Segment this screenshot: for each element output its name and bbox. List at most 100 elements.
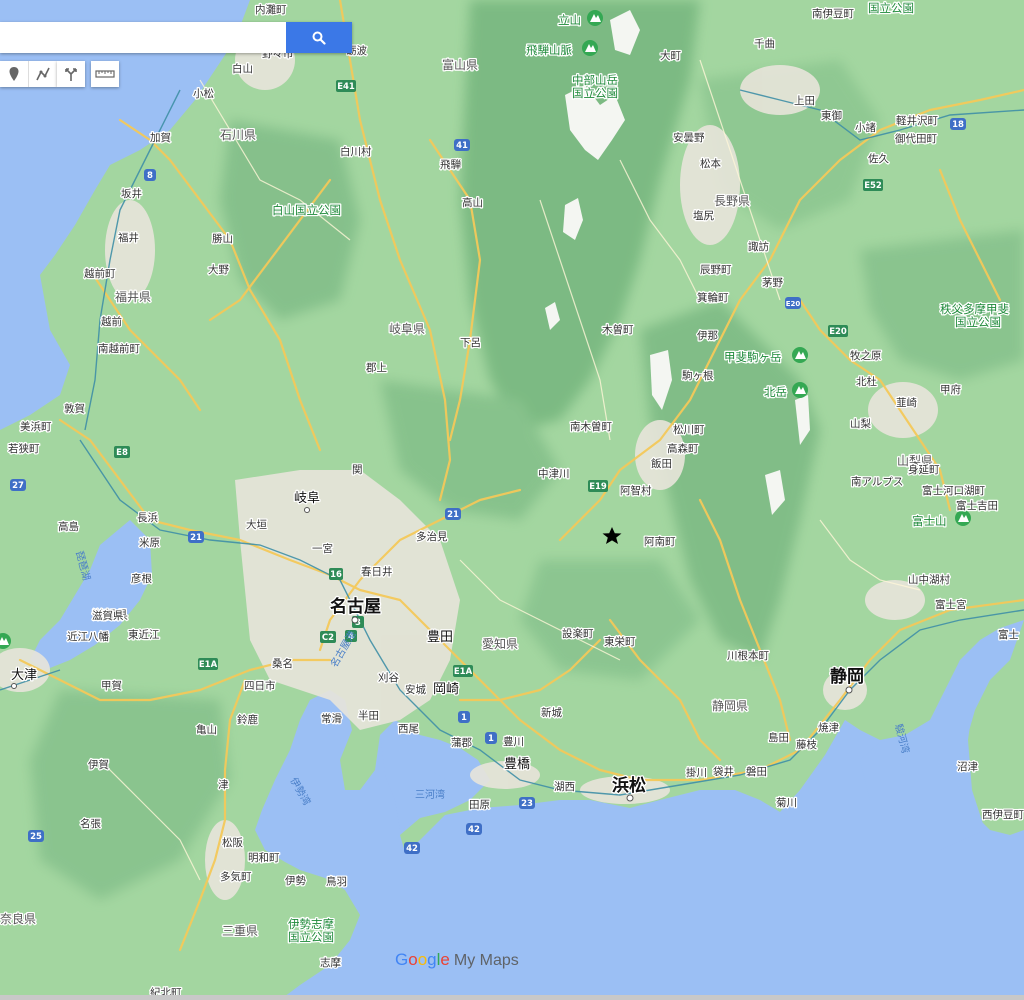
town-label: 西伊豆町 [982,809,1024,821]
route-shield: C2 [320,631,336,643]
park-label: 秩父多摩甲斐 [940,302,1009,316]
town-label: 田原 [469,799,490,811]
marker-tool[interactable] [0,61,29,87]
map-canvas[interactable]: 41 8 E8 E41 E19 E1A E1A E20 E52 C2 16 3 … [0,0,1024,1000]
town-label: 飯田 [651,457,672,470]
svg-text:E20: E20 [829,327,847,337]
town-label: 敦賀 [64,402,85,415]
town-label: 松川町 [673,423,705,436]
svg-text:E20: E20 [786,300,801,308]
route-shield: E20 [828,325,848,337]
search-input[interactable] [0,22,286,53]
town-label: 多治見 [416,530,448,543]
town-label: 牧之原 [850,349,882,362]
town-label: 山中湖村 [908,573,950,586]
prefecture-label: 福井県 [115,289,151,304]
town-label: 掛川 [686,766,707,779]
line-tool[interactable] [29,61,57,87]
town-label: 伊勢 [285,874,306,887]
town-label: 沼津 [957,760,978,773]
town-label: 刈谷 [378,671,399,684]
route-shield: 27 [10,479,26,491]
mountain-icon [792,347,808,363]
svg-text:E41: E41 [337,82,355,92]
town-label: 福井 [118,231,139,244]
route-shield: 42 [404,842,420,854]
town-label: 高島 [58,520,79,533]
route-shield: E19 [588,480,608,492]
town-label: 中津川 [538,467,570,480]
city-label: 岡崎 [433,682,459,697]
tool-group [0,61,57,87]
town-label: 津 [218,779,229,791]
search-button[interactable] [286,22,352,53]
svg-text:41: 41 [456,141,468,151]
route-shield: 21 [188,531,204,543]
town-label: 富士 [998,628,1019,641]
svg-text:E8: E8 [116,448,128,458]
town-label: 米原 [139,536,160,549]
google-my-maps-logo: Google My Maps [395,950,519,970]
svg-text:42: 42 [406,844,418,854]
town-label: 大垣 [246,518,267,531]
town-label: 越前 [101,315,122,328]
svg-text:16: 16 [330,570,342,580]
marker-icon [9,67,19,81]
town-label: 箕輪町 [697,291,729,304]
town-label: 常滑 [321,712,342,725]
prefecture-label: 岐阜県 [389,322,425,336]
town-label: 藤枝 [796,738,817,751]
town-label: 東御 [821,109,842,122]
town-label: 内灘町 [255,3,287,16]
svg-text:E1A: E1A [454,667,473,677]
town-label: 小諸 [855,121,876,134]
town-label: 木曽町 [602,323,634,336]
town-label: 高山 [462,196,483,209]
park-label: 富士山 [912,514,947,528]
town-label: 大野 [208,263,229,276]
town-label: 滋賀県 [92,609,124,622]
town-label: 軽井沢町 [896,114,938,127]
town-label: 坂井 [121,187,142,200]
svg-text:8: 8 [147,171,153,181]
svg-text:23: 23 [521,799,533,809]
ruler-tool[interactable] [91,61,119,87]
route-shield: 1 [458,711,470,723]
park-label: 白山国立公園 [272,203,341,217]
town-label: 磐田 [746,765,767,778]
route-shield: 41 [454,139,470,151]
town-label: 鳥羽 [326,875,347,888]
town-label: 南越前町 [98,342,140,355]
directions-tool[interactable] [57,61,85,87]
town-label: 駒ヶ根 [682,369,714,382]
town-label: 袋井 [713,765,734,778]
town-label: 諏訪 [748,240,769,253]
town-label: 新城 [541,706,562,719]
route-shield: E52 [863,179,883,191]
town-label: 富士宮 [935,598,967,611]
park-label: 国立公園 [288,930,334,944]
park-label: 国立公園 [868,1,914,15]
svg-text:27: 27 [12,481,24,491]
line-icon [36,67,50,81]
svg-text:E52: E52 [864,181,882,191]
town-label: 松阪 [222,836,243,849]
route-shield: E1A [453,665,473,677]
town-label: 若狭町 [8,442,40,455]
town-label: 北杜 [856,375,877,388]
route-shield: E41 [336,80,356,92]
sea-label: 三河湾 [415,788,445,801]
route-shield: 16 [329,568,343,580]
svg-text:C2: C2 [322,633,334,643]
town-label: 鈴鹿 [237,713,258,726]
prefecture-label: 奈良県 [0,911,36,926]
town-label: 焼津 [818,722,839,734]
town-label: 志摩 [320,956,341,969]
svg-text:E1A: E1A [199,660,218,670]
town-label: 設楽町 [562,627,594,640]
town-label: 辰野町 [700,264,732,276]
town-label: 東近江 [128,628,160,641]
prefecture-label: 愛知県 [482,637,518,651]
town-label: 韮崎 [896,396,917,409]
svg-text:21: 21 [190,533,202,543]
